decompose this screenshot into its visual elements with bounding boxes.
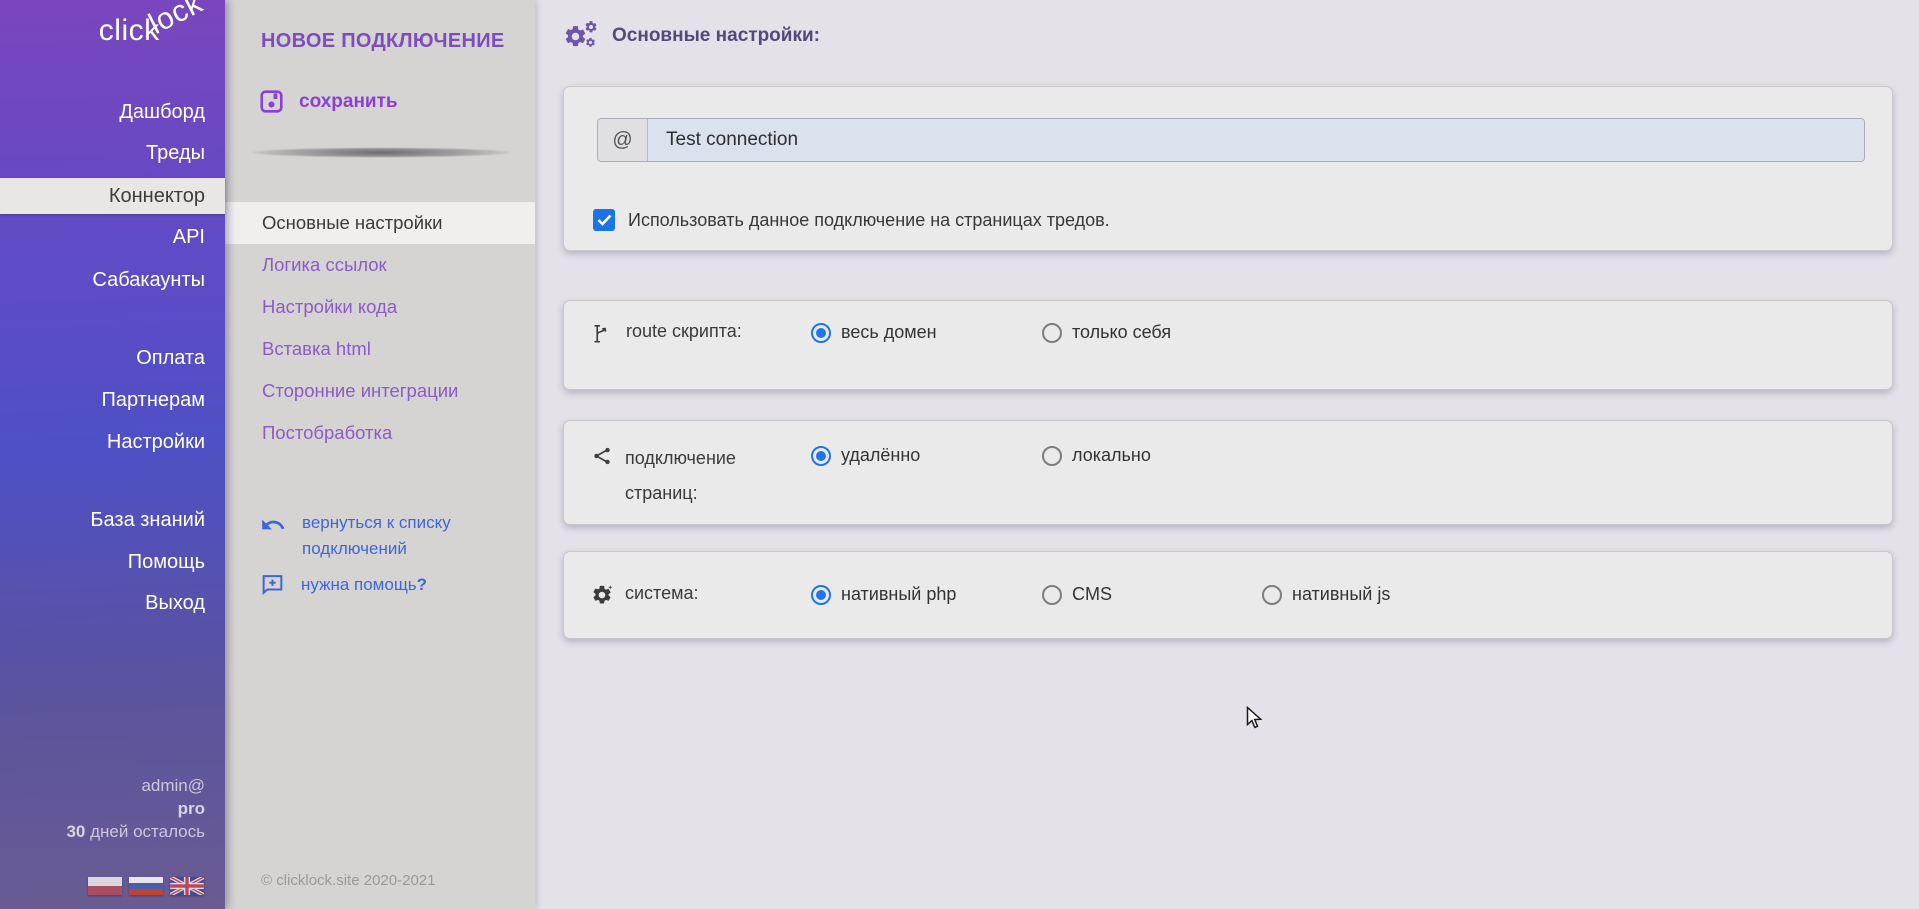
connection-name-card: @ Использовать данное подключение на стр… — [563, 86, 1893, 251]
connection-name-input[interactable] — [648, 119, 1864, 161]
help-link-label: нужна помощь? — [301, 572, 427, 598]
account-info: admin@ pro 30 дней осталось — [66, 774, 205, 843]
radio-icon[interactable] — [811, 323, 831, 343]
radio-icon[interactable] — [1042, 323, 1062, 343]
radio-whole-domain[interactable]: весь домен — [811, 322, 937, 343]
need-help-link[interactable]: нужна помощь? — [260, 572, 427, 598]
radio-cms[interactable]: CMS — [1042, 584, 1112, 605]
language-switcher — [88, 877, 204, 895]
radio-native-php[interactable]: нативный php — [811, 584, 956, 605]
sidebar-item-connector[interactable]: Коннектор — [0, 178, 225, 214]
pages-connection-card: подключение страниц: удалённо локально — [563, 420, 1893, 525]
uk-flag[interactable] — [170, 877, 204, 895]
radio-only-self[interactable]: только себя — [1042, 322, 1171, 343]
at-prefix-icon: @ — [598, 119, 648, 161]
sidebar-item-subaccounts[interactable]: Сабакаунты — [0, 262, 225, 298]
use-on-threads-label: Использовать данное подключение на стран… — [628, 210, 1110, 231]
sidebar-item-api[interactable]: API — [0, 219, 225, 255]
system-card: система: нативный php CMS нативный js — [563, 551, 1893, 639]
main-content: Основные настройки: @ Использовать данно… — [535, 0, 1919, 909]
add-comment-icon — [260, 572, 285, 597]
radio-native-js[interactable]: нативный js — [1262, 584, 1390, 605]
connection-name-field: @ — [597, 118, 1865, 162]
sidebar-item-partners[interactable]: Партнерам — [0, 382, 225, 418]
use-on-threads-row: Использовать данное подключение на стран… — [593, 209, 1110, 231]
script-route-label: route скрипта: — [626, 321, 742, 342]
script-route-card: route скрипта: весь домен только себя — [563, 300, 1893, 390]
russia-flag[interactable] — [129, 877, 163, 895]
radio-icon[interactable] — [1262, 585, 1282, 605]
save-button[interactable]: сохранить — [258, 88, 398, 115]
account-email: admin@ — [66, 774, 205, 797]
share-icon — [591, 445, 613, 467]
section-header: Основные настройки: — [563, 20, 820, 52]
tab-link-logic[interactable]: Логика ссылок — [225, 244, 535, 286]
sidebar-item-dashboard[interactable]: Дашборд — [0, 94, 225, 130]
save-icon — [258, 88, 285, 115]
page-title: НОВОЕ ПОДКЛЮЧЕНИЕ — [261, 30, 505, 53]
radio-local[interactable]: локально — [1042, 445, 1151, 466]
copyright: © clicklock.site 2020-2021 — [261, 872, 435, 889]
radio-icon[interactable] — [811, 446, 831, 466]
sidebar-item-knowledge-base[interactable]: База знаний — [0, 502, 225, 538]
sidebar-item-threads[interactable]: Треды — [0, 135, 225, 171]
tab-general-settings[interactable]: Основные настройки — [225, 202, 535, 244]
tab-html-insert[interactable]: Вставка html — [225, 328, 535, 370]
panel-divider — [252, 148, 510, 157]
gears-icon — [563, 20, 599, 52]
radio-icon[interactable] — [1042, 446, 1062, 466]
account-plan: pro — [66, 797, 205, 820]
undo-icon — [260, 512, 286, 538]
app-root: clicklock Дашборд Треды Коннектор API Са… — [0, 0, 1919, 909]
sidebar-item-logout[interactable]: Выход — [0, 585, 225, 621]
radio-remote[interactable]: удалённо — [811, 445, 920, 466]
gear-icon — [591, 584, 613, 606]
use-on-threads-checkbox[interactable] — [593, 209, 615, 231]
sidebar-item-settings[interactable]: Настройки — [0, 424, 225, 460]
sidebar: clicklock Дашборд Треды Коннектор API Са… — [0, 0, 225, 909]
sidebar-item-help[interactable]: Помощь — [0, 544, 225, 580]
back-link-label: вернуться к списку подключений — [302, 510, 451, 562]
tab-code-settings[interactable]: Настройки кода — [225, 286, 535, 328]
route-icon — [591, 322, 614, 345]
radio-icon[interactable] — [1042, 585, 1062, 605]
poland-flag[interactable] — [88, 877, 122, 895]
back-to-connections-link[interactable]: вернуться к списку подключений — [260, 510, 451, 562]
pages-connection-label: подключение страниц: — [625, 441, 791, 511]
connector-subpanel: НОВОЕ ПОДКЛЮЧЕНИЕ сохранить Основные нас… — [225, 0, 535, 909]
section-header-label: Основные настройки: — [612, 25, 820, 47]
tab-postprocessing[interactable]: Постобработка — [225, 412, 535, 454]
save-button-label: сохранить — [299, 91, 398, 113]
system-label: система: — [625, 583, 699, 604]
tab-third-party-integrations[interactable]: Сторонние интеграции — [225, 370, 535, 412]
sidebar-item-payment[interactable]: Оплата — [0, 340, 225, 376]
radio-icon[interactable] — [811, 585, 831, 605]
clicklock-logo[interactable]: clicklock — [99, 14, 215, 48]
account-days-left: 30 дней осталось — [66, 820, 205, 843]
